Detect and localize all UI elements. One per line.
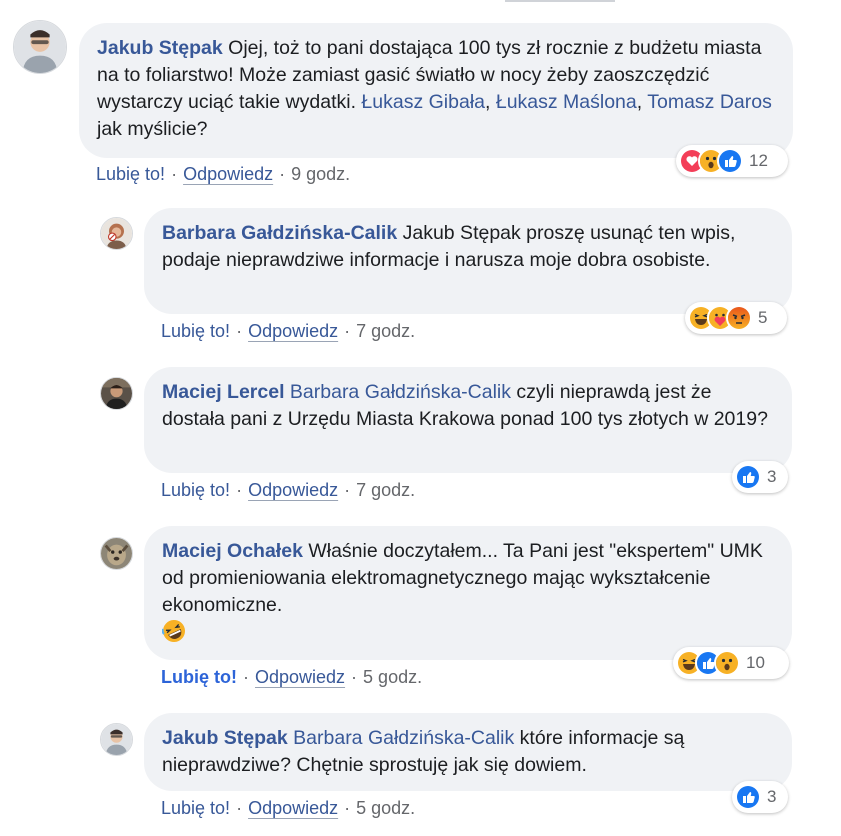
reply-link[interactable]: Odpowiedz — [183, 164, 273, 184]
like-link[interactable]: Lubię to! — [161, 667, 237, 687]
separator: · — [344, 798, 351, 818]
separator: · — [236, 321, 243, 341]
mention-link[interactable]: Tomasz Daros — [647, 91, 772, 113]
wow-icon — [714, 650, 740, 676]
avatar[interactable] — [100, 217, 133, 250]
separator: · — [279, 164, 286, 184]
like-link[interactable]: Lubię to! — [161, 798, 230, 818]
reaction-summary[interactable]: 5 — [685, 302, 787, 334]
reply-link[interactable]: Odpowiedz — [248, 480, 338, 500]
reply-link[interactable]: Odpowiedz — [255, 667, 345, 687]
reaction-count: 10 — [746, 653, 765, 672]
like-icon — [735, 464, 761, 490]
comment-author[interactable]: Maciej Ochałek — [162, 540, 303, 562]
angry-icon — [726, 305, 752, 331]
mention-link[interactable]: Barbara Gałdzińska-Calik — [293, 727, 514, 749]
comment-actions: Lubię to! · Odpowiedz · 9 godz. — [96, 164, 350, 185]
avatar[interactable] — [100, 723, 133, 756]
reaction-count: 3 — [767, 467, 777, 486]
rolling-laughing-emoji — [161, 619, 186, 643]
separator: · — [344, 480, 351, 500]
comment-author[interactable]: Jakub Stępak — [97, 37, 223, 59]
reply-link[interactable]: Odpowiedz — [248, 798, 338, 818]
reaction-count: 3 — [767, 787, 777, 806]
like-link[interactable]: Lubię to! — [96, 164, 165, 184]
separator: · — [236, 480, 243, 500]
timestamp[interactable]: 7 godz. — [356, 480, 415, 500]
like-icon — [717, 148, 743, 174]
comment-author[interactable]: Maciej Lercel — [162, 381, 284, 403]
divider — [505, 0, 615, 2]
comment-actions: Lubię to! · Odpowiedz · 7 godz. — [161, 480, 415, 501]
reaction-count: 12 — [749, 151, 768, 170]
mention-link[interactable]: Łukasz Maślona — [496, 91, 637, 113]
comment-actions: Lubię to! · Odpowiedz · 7 godz. — [161, 321, 415, 342]
comment-bubble: Maciej Lercel Barbara Gałdzińska-Calik c… — [144, 367, 792, 473]
comment-actions: Lubię to! · Odpowiedz · 5 godz. — [161, 798, 415, 819]
reaction-summary[interactable]: 3 — [732, 461, 788, 493]
avatar[interactable] — [100, 537, 133, 570]
reaction-count: 5 — [758, 308, 768, 327]
reply-link[interactable]: Odpowiedz — [248, 321, 338, 341]
reaction-summary[interactable]: 12 — [676, 145, 788, 177]
reaction-summary[interactable]: 3 — [732, 781, 788, 813]
comment-bubble: Barbara Gałdzińska-Calik Jakub Stępak pr… — [144, 208, 792, 314]
like-link[interactable]: Lubię to! — [161, 321, 230, 341]
separator: · — [344, 321, 351, 341]
avatar[interactable] — [13, 20, 67, 74]
comment-bubble: Jakub Stępak Barbara Gałdzińska-Calik kt… — [144, 713, 792, 791]
reaction-summary[interactable]: 10 — [673, 647, 789, 679]
separator: · — [351, 667, 358, 687]
mention-link[interactable]: Barbara Gałdzińska-Calik — [290, 381, 511, 403]
comment-bubble: Maciej Ochałek Właśnie doczytałem... Ta … — [144, 526, 792, 660]
like-link[interactable]: Lubię to! — [161, 480, 230, 500]
like-icon — [735, 784, 761, 810]
separator: · — [236, 798, 243, 818]
comment-author[interactable]: Jakub Stępak — [162, 727, 288, 749]
comment-author[interactable]: Barbara Gałdzińska-Calik — [162, 222, 397, 244]
timestamp[interactable]: 5 godz. — [356, 798, 415, 818]
timestamp[interactable]: 7 godz. — [356, 321, 415, 341]
separator: · — [242, 667, 249, 687]
comment-actions: Lubię to! · Odpowiedz · 5 godz. — [161, 667, 422, 688]
mention-link[interactable]: Łukasz Gibała — [361, 91, 485, 113]
timestamp[interactable]: 5 godz. — [363, 667, 422, 687]
comment-text: jak myślicie? — [97, 118, 208, 140]
separator: · — [171, 164, 178, 184]
avatar[interactable] — [100, 377, 133, 410]
timestamp[interactable]: 9 godz. — [291, 164, 350, 184]
comment-bubble: Jakub Stępak Ojej, toż to pani dostająca… — [79, 23, 793, 158]
